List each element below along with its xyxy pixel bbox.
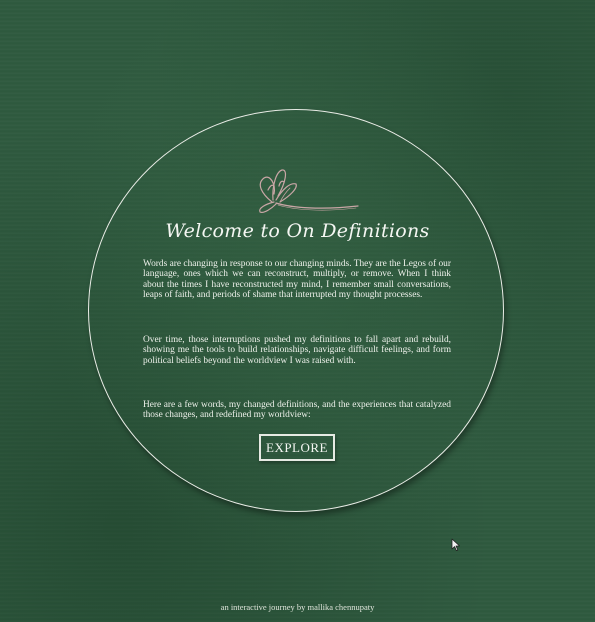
credit-text: an interactive journey by mallika chennu… [220, 602, 375, 612]
intro-paragraph-1: Words are changing in response to our ch… [143, 259, 451, 301]
flower-icon [259, 169, 359, 213]
cursor-icon [451, 538, 460, 551]
explore-button[interactable]: EXPLORE [259, 434, 335, 461]
intro-paragraph-3: Here are a few words, my changed definit… [143, 400, 451, 421]
intro-paragraph-2: Over time, those interruptions pushed my… [143, 335, 451, 366]
page-title: Welcome to On Definitions [165, 220, 430, 242]
